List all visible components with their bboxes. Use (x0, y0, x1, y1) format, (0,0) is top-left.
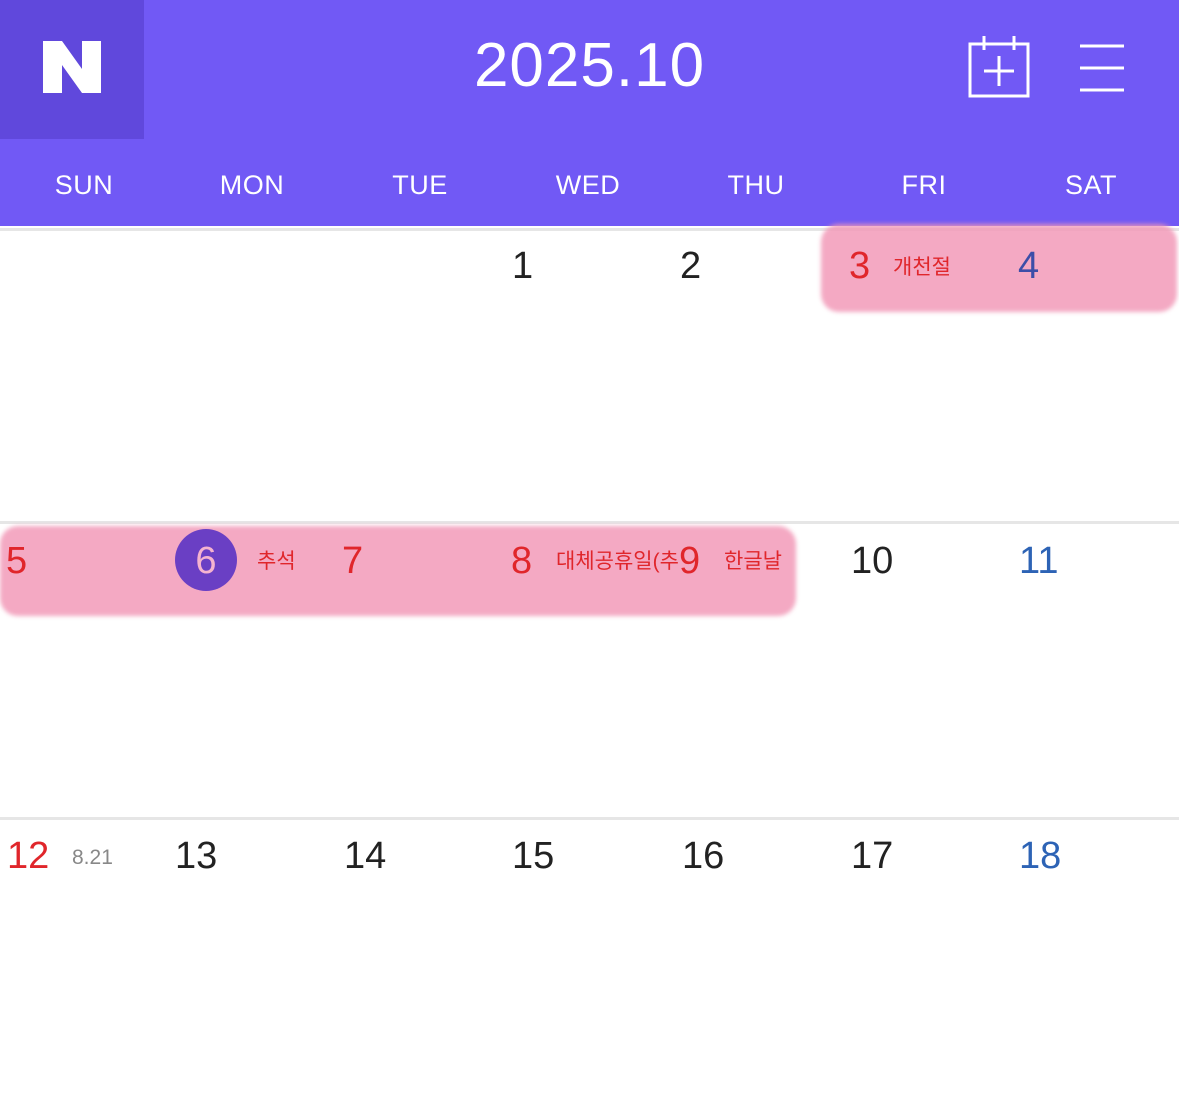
day-cell[interactable]: 11 (1019, 539, 1058, 583)
hamburger-menu-icon (1080, 44, 1124, 92)
day-cell[interactable]: 16 (682, 834, 724, 878)
lunar-date: 8.21 (72, 846, 113, 869)
day-cell[interactable]: 12 (7, 834, 49, 878)
day-cell[interactable]: 17 (851, 834, 893, 878)
weekday-sat: SAT (1064, 170, 1117, 200)
holiday-band-gaecheonjeol (821, 224, 1177, 312)
day-cell[interactable]: 2 (680, 244, 701, 288)
day-cell[interactable]: 3 (849, 244, 870, 288)
day-cell[interactable]: 1 (512, 244, 533, 288)
holiday-label: 대체공휴일(추 (556, 550, 678, 573)
day-cell[interactable]: 9 (679, 539, 700, 583)
week-divider (0, 521, 1179, 524)
day-cell[interactable]: 4 (1018, 244, 1039, 288)
holiday-label: 한글날 (724, 550, 782, 573)
weekday-row: SUN MON TUE WED THU FRI SAT (0, 170, 1179, 220)
day-cell[interactable]: 5 (6, 539, 27, 583)
weekday-thu: THU (727, 170, 785, 200)
calendar-plus-icon (968, 36, 1030, 98)
calendar-header: 2025.10 SUN MON TUE WED THU FRI SAT (0, 0, 1179, 226)
weekday-sun: SUN (54, 170, 114, 200)
weekday-mon: MON (219, 170, 285, 200)
holiday-label: 개천절 (893, 256, 951, 279)
weekday-tue: TUE (392, 170, 448, 200)
menu-button[interactable] (1072, 40, 1132, 96)
weekday-wed: WED (555, 170, 621, 200)
day-cell[interactable]: 14 (344, 834, 386, 878)
weekday-fri: FRI (901, 170, 947, 200)
day-cell[interactable]: 8 (511, 539, 532, 583)
day-cell-today[interactable]: 6 (175, 539, 237, 583)
holiday-label: 추석 (257, 550, 296, 573)
week-divider (0, 817, 1179, 820)
day-cell[interactable]: 15 (512, 834, 554, 878)
day-cell[interactable]: 10 (851, 539, 893, 583)
add-event-button[interactable] (962, 34, 1036, 102)
day-cell[interactable]: 13 (175, 834, 217, 878)
day-cell[interactable]: 7 (342, 539, 363, 583)
day-cell[interactable]: 18 (1019, 834, 1061, 878)
